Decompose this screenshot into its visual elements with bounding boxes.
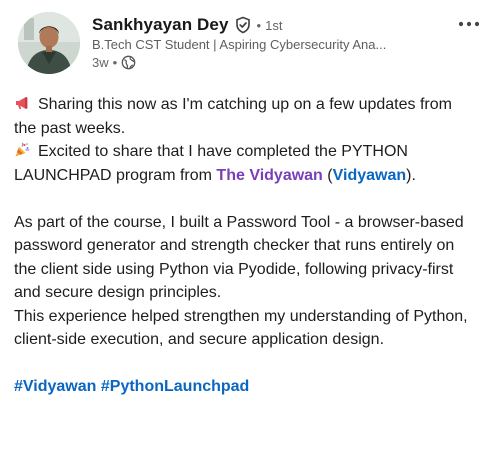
post-paragraph-2: As part of the course, I built a Passwor… (14, 213, 464, 302)
more-options-icon (458, 21, 480, 27)
author-meta: Sankhyayan Dey • 1st B.Tech CST Student … (92, 12, 486, 70)
party-popper-emoji-icon (14, 142, 30, 158)
post-body: Sharing this now as I'm catching up on a… (14, 93, 486, 399)
paren-close: ). (406, 166, 416, 184)
hashtag-link[interactable]: #Vidyawan (14, 378, 96, 395)
hashtag-link[interactable]: #PythonLaunchpad (101, 378, 249, 395)
post-timestamp-row: 3w • (92, 55, 486, 70)
connection-degree: 1st (265, 17, 283, 33)
paren-open: ( (322, 166, 333, 184)
post-line-1: Sharing this now as I'm catching up on a… (14, 93, 478, 140)
post-time: 3w (92, 55, 109, 70)
megaphone-emoji-icon (14, 95, 30, 111)
post-paragraph-3: This experience helped strengthen my und… (14, 307, 468, 349)
author-headline: B.Tech CST Student | Aspiring Cybersecur… (92, 37, 387, 52)
post-line-2: Excited to share that I have completed t… (14, 140, 478, 187)
author-name[interactable]: Sankhyayan Dey (92, 15, 229, 35)
globe-icon (121, 55, 136, 70)
more-options-button[interactable] (452, 12, 486, 36)
post-line-1-text: Sharing this now as I'm catching up on a… (14, 96, 452, 137)
time-separator: • (112, 55, 118, 70)
post-header: Sankhyayan Dey • 1st B.Tech CST Student … (14, 12, 486, 74)
post-card: Sankhyayan Dey • 1st B.Tech CST Student … (0, 0, 500, 462)
author-avatar[interactable] (18, 12, 80, 74)
verified-shield-icon (234, 16, 252, 34)
author-name-row: Sankhyayan Dey • 1st (92, 14, 486, 36)
mention-organization-link[interactable]: The Vidyawan (216, 167, 322, 184)
avatar-photo-icon (18, 12, 80, 74)
hashtag-row: #Vidyawan #PythonLaunchpad (14, 375, 478, 399)
mention-page-link[interactable]: Vidyawan (333, 167, 407, 184)
degree-separator: • (256, 17, 262, 33)
